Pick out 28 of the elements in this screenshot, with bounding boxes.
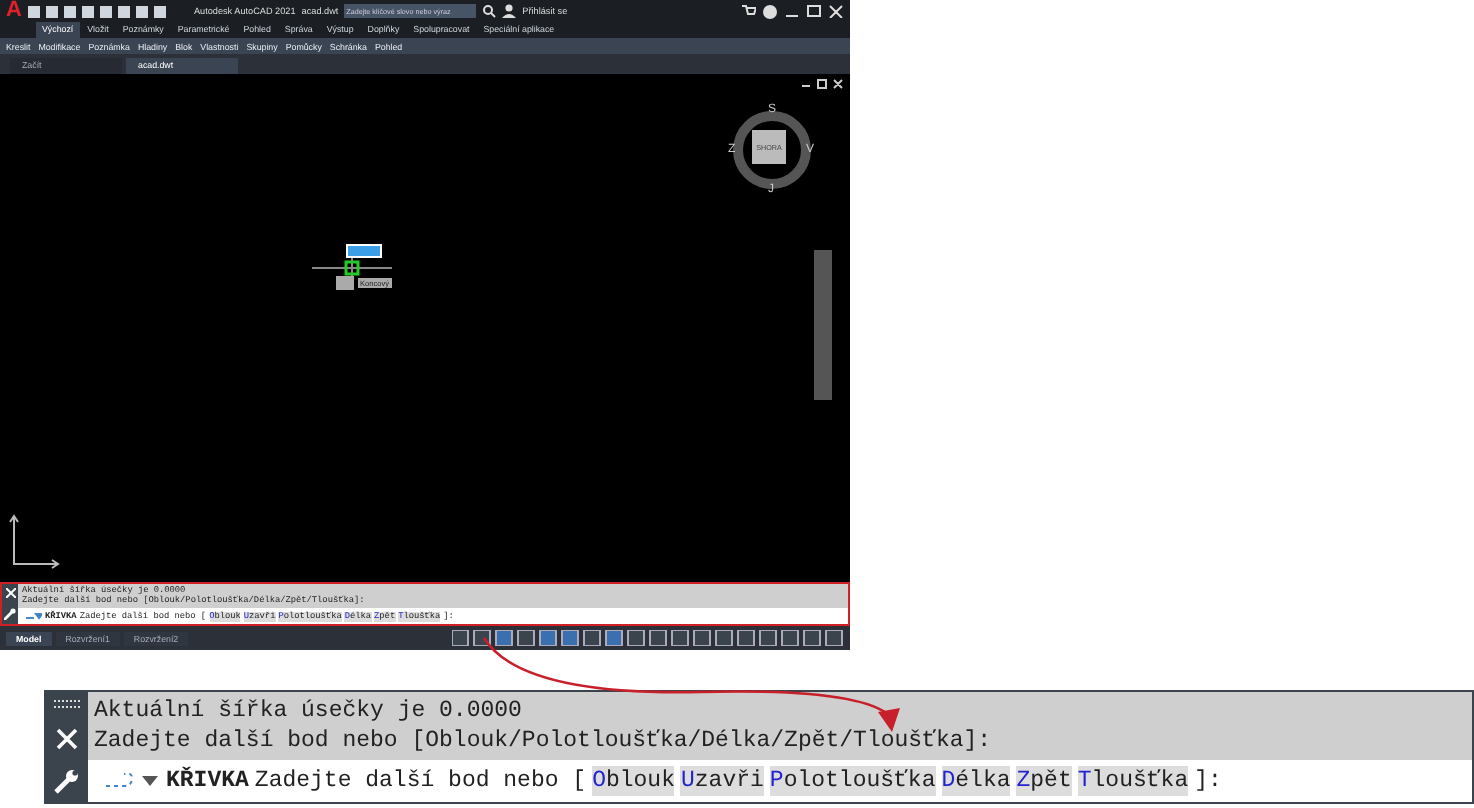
wrench-icon[interactable] xyxy=(54,767,80,794)
crosshair-cursor xyxy=(312,254,392,282)
command-option[interactable]: Tloušťka xyxy=(1077,766,1189,796)
status-bar-icons[interactable] xyxy=(452,630,844,646)
command-name: KŘIVKA xyxy=(166,768,249,794)
recent-commands-icon[interactable] xyxy=(26,612,42,620)
cart-icon[interactable] xyxy=(742,4,756,18)
command-option[interactable]: Uzavři xyxy=(680,766,764,796)
command-option[interactable]: Délka xyxy=(941,766,1011,796)
user-icon xyxy=(502,4,517,18)
viewcube-ring[interactable] xyxy=(728,106,816,194)
command-history-line: Zadejte další bod nebo [Oblouk/Polotloušťka/Délka/Zpět/Tloušťka]: xyxy=(94,726,994,756)
command-option[interactable]: Zpět xyxy=(1016,766,1072,796)
window-controls-icon[interactable] xyxy=(784,4,844,18)
wrench-icon[interactable] xyxy=(4,607,16,620)
search-icon[interactable] xyxy=(482,4,497,18)
command-option[interactable]: Oblouk xyxy=(592,766,675,796)
command-option[interactable]: Polotloušťka xyxy=(769,766,936,796)
close-icon[interactable] xyxy=(5,588,15,599)
dynamic-input-field[interactable] xyxy=(346,244,382,258)
command-history-line: Aktuální šířka úsečky je 0.0000 xyxy=(94,696,524,726)
snap-marker-icon xyxy=(336,276,354,290)
viewport-controls-icon[interactable] xyxy=(800,78,844,90)
command-prompt-end: ]: xyxy=(1194,768,1222,794)
command-prompt: Zadejte další bod nebo [ xyxy=(254,768,587,794)
recent-commands-icon[interactable] xyxy=(104,771,160,791)
close-icon[interactable] xyxy=(56,727,78,750)
ucs-axes-icon xyxy=(8,514,60,570)
